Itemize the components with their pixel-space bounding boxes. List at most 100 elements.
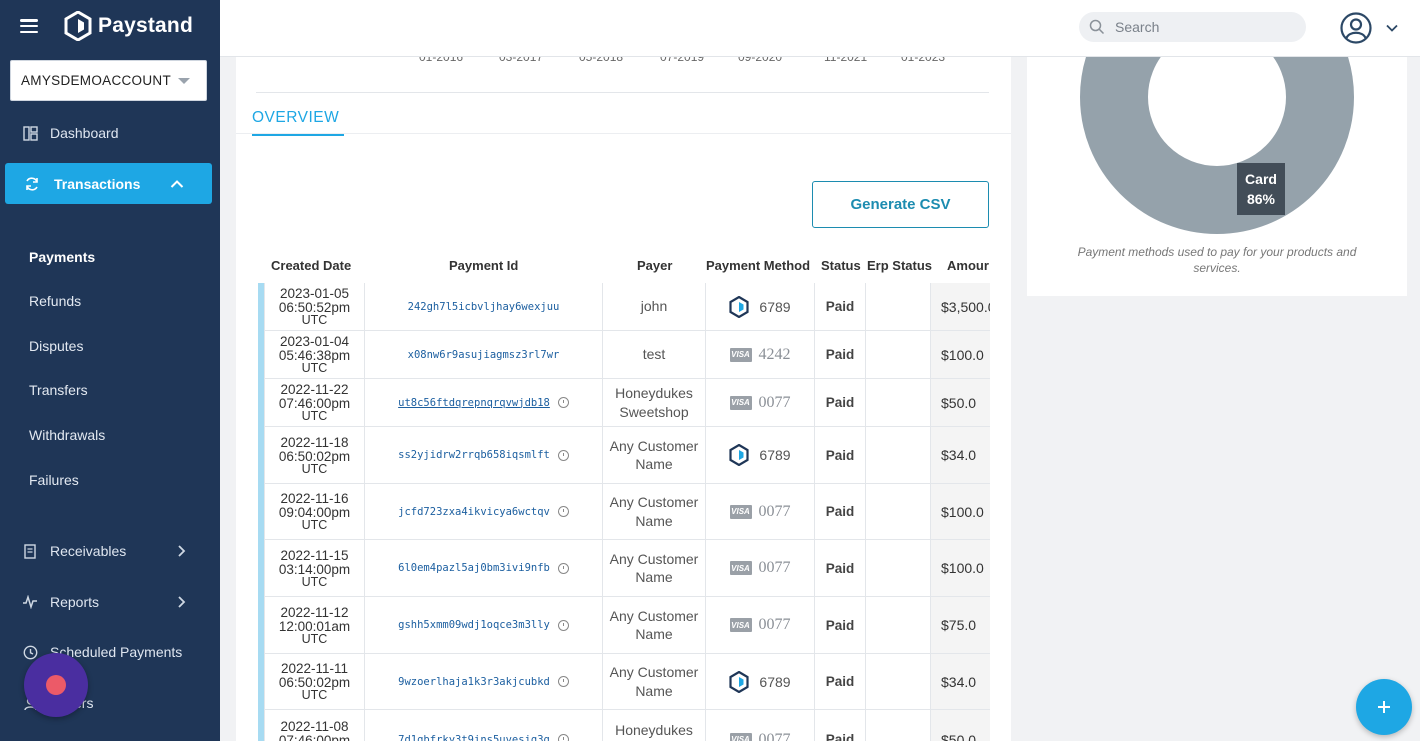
chevron-down-icon — [1386, 24, 1398, 32]
user-menu[interactable] — [1340, 12, 1398, 44]
payer-cell: test — [602, 331, 705, 378]
sidebar-item-disputes[interactable]: Disputes — [29, 338, 83, 354]
payment-id-link[interactable]: gshh5xmm09wdj1oqce3m3lly — [398, 619, 550, 631]
caret-down-icon — [178, 78, 190, 84]
timeline-axis: 01-2016 03-2017 05-2018 07-2019 09-2020 … — [236, 57, 1011, 71]
amount-cell: $100.0 — [930, 540, 990, 596]
payment-id-link[interactable]: 9wzoerlhaja1k3r3akjcubkd — [398, 676, 550, 688]
payment-id-link[interactable]: jcfd723zxa4ikvicya6wctqv — [398, 506, 550, 518]
visa-icon: VISA — [729, 347, 752, 362]
sidebar-item-transactions[interactable]: Transactions — [5, 163, 212, 204]
amount-cell: $50.0 — [930, 710, 990, 741]
amount-cell: $50.0 — [930, 379, 990, 426]
payment-id-cell: 7d1gbfrky3t9ins5uvesig3g — [364, 710, 602, 741]
table-row[interactable]: 2022-11-0807:46:00pmUTC 7d1gbfrky3t9ins5u… — [264, 710, 990, 741]
plus-icon — [1378, 701, 1390, 713]
sidebar-item-dashboard[interactable]: Dashboard — [0, 123, 220, 143]
chevron-up-icon — [170, 179, 184, 188]
payment-id-link[interactable]: 242gh7l5icbvljhay6wexjuu — [408, 301, 560, 313]
column-header[interactable]: Created Date — [271, 258, 351, 273]
search-input[interactable] — [1115, 19, 1285, 35]
info-icon[interactable] — [557, 506, 569, 517]
info-icon[interactable] — [557, 676, 569, 687]
payments-table: Created Date Payment Id Payer Payment Me… — [258, 253, 990, 741]
info-icon[interactable] — [557, 619, 569, 631]
sidebar-item-label: Reports — [50, 594, 100, 610]
payment-id-link[interactable]: x08nw6r9asujiagmsz3rl7wr — [408, 349, 560, 361]
payment-id-link[interactable]: ut8c56ftdqrepnqrqvwjdb18 — [398, 397, 550, 409]
column-header[interactable]: Status — [821, 258, 861, 273]
column-header[interactable]: Payment Method — [706, 258, 810, 273]
status-cell: Paid — [814, 283, 865, 330]
transactions-card: 01-2016 03-2017 05-2018 07-2019 09-2020 … — [236, 57, 1011, 741]
column-header[interactable]: Payer — [637, 258, 672, 273]
sidebar-item-refunds[interactable]: Refunds — [29, 293, 81, 309]
generate-csv-button[interactable]: Generate CSV — [812, 181, 989, 228]
payment-methods-donut — [1080, 57, 1354, 234]
card-last4: 0077 — [758, 730, 791, 741]
table-row[interactable]: 2022-11-11 06:50:02pm UTC 9wzoerlhaja1k3r3a… — [264, 654, 990, 710]
date-text: 2022-11-11 — [280, 661, 349, 676]
payer-cell: Honeydukes Sweetshop — [602, 379, 705, 426]
column-header[interactable]: Payment Id — [449, 258, 518, 273]
created-date-cell: 2022-11-18 06:50:02pm UTC — [264, 427, 364, 483]
paystand-icon — [729, 670, 750, 693]
axis-tick-label: 07-2019 — [660, 57, 705, 64]
sidebar-item-failures[interactable]: Failures — [29, 472, 79, 488]
account-last4: 6789 — [759, 298, 791, 315]
created-date-cell: 2023-01-05 06:50:52pm UTC — [264, 283, 364, 330]
date-text: 2023-01-05 — [279, 286, 350, 301]
payment-id-link[interactable]: 6l0em4pazl5aj0bm3ivi9nfb — [398, 562, 550, 574]
time-text: 07:46:00pm — [278, 733, 351, 741]
column-header[interactable]: Erp Status — [867, 258, 932, 273]
payment-id-link[interactable]: ss2yjidrw2rrqb658iqsmlft — [398, 449, 550, 461]
payment-id-link[interactable]: 7d1gbfrky3t9ins5uvesig3g — [398, 734, 550, 741]
payment-method-cell: VISA 0077 — [705, 710, 814, 741]
table-row[interactable]: 2022-11-12 12:00:01am UTC gshh5xmm09wdj1oqc… — [264, 597, 990, 654]
date-text: 2022-11-18 — [280, 434, 349, 450]
amount-cell: $75.0 — [930, 597, 990, 653]
sidebar-item-payments[interactable]: Payments — [29, 249, 95, 265]
sidebar-item-withdrawals[interactable]: Withdrawals — [29, 427, 105, 443]
tab-underline — [236, 133, 1011, 134]
receivables-icon — [22, 543, 38, 559]
record-button[interactable] — [24, 653, 88, 717]
info-icon[interactable] — [557, 734, 569, 741]
table-row[interactable]: 2022-11-16 09:04:00pm UTC jcfd723zxa4ikvicy… — [264, 484, 990, 540]
status-cell: Paid — [814, 597, 865, 653]
table-row[interactable]: 2022-11-18 06:50:02pm UTC ss2yjidrw2rrqb658… — [264, 427, 990, 484]
sidebar-item-receivables[interactable]: Receivables — [0, 541, 220, 561]
payment-id-cell: 6l0em4pazl5aj0bm3ivi9nfb — [364, 540, 602, 596]
donut-segment-card[interactable] — [1080, 57, 1354, 234]
tab-overview[interactable]: OVERVIEW — [252, 109, 344, 136]
card-last4: 4242 — [758, 345, 791, 363]
table-row[interactable]: 2022-11-15 03:14:00pm UTC 6l0em4pazl5aj0bm3… — [264, 540, 990, 597]
column-header[interactable]: Amour — [947, 258, 989, 273]
payment-method-cell: VISA 0077 — [705, 597, 814, 653]
search-box[interactable] — [1079, 12, 1306, 42]
payment-id-cell: 9wzoerlhaja1k3r3akjcubkd — [364, 654, 602, 709]
refresh-icon — [24, 176, 40, 192]
info-icon[interactable] — [557, 397, 569, 408]
created-date-cell: 2022-11-22 07:46:00pm UTC — [264, 379, 364, 426]
card-last4: 0077 — [758, 502, 791, 520]
erp-status-cell — [865, 283, 930, 330]
table-row[interactable]: 2023-01-05 06:50:52pm UTC 242gh7l5icbvljhay… — [264, 283, 990, 331]
table-row[interactable]: 2022-11-22 07:46:00pm UTC ut8c56ftdqrepnqrq… — [264, 379, 990, 427]
table-row[interactable]: 2023-01-04 05:46:38pm UTC x08nw6r9asujiagms… — [264, 331, 990, 379]
created-date-cell: 2022-11-15 03:14:00pm UTC — [264, 540, 364, 596]
axis-tick-label: 01-2023 — [901, 57, 946, 64]
info-icon[interactable] — [557, 562, 569, 574]
amount-cell: $34.0 — [930, 427, 990, 483]
sidebar-item-reports[interactable]: Reports — [0, 592, 220, 612]
sidebar-item-transfers[interactable]: Transfers — [29, 382, 88, 398]
payer-cell: Any Customer Name — [602, 597, 705, 653]
account-select[interactable]: AMYSDEMOACCOUNT — [10, 60, 207, 101]
add-button[interactable] — [1356, 679, 1412, 735]
payer-cell: Any Customer Name — [602, 540, 705, 596]
account-last4: 6789 — [759, 447, 791, 463]
timezone-text: UTC — [301, 313, 328, 327]
info-icon[interactable] — [557, 449, 569, 461]
menu-icon[interactable] — [20, 19, 38, 33]
sidebar-item-scheduled-payments[interactable]: Scheduled Payments — [0, 642, 220, 662]
